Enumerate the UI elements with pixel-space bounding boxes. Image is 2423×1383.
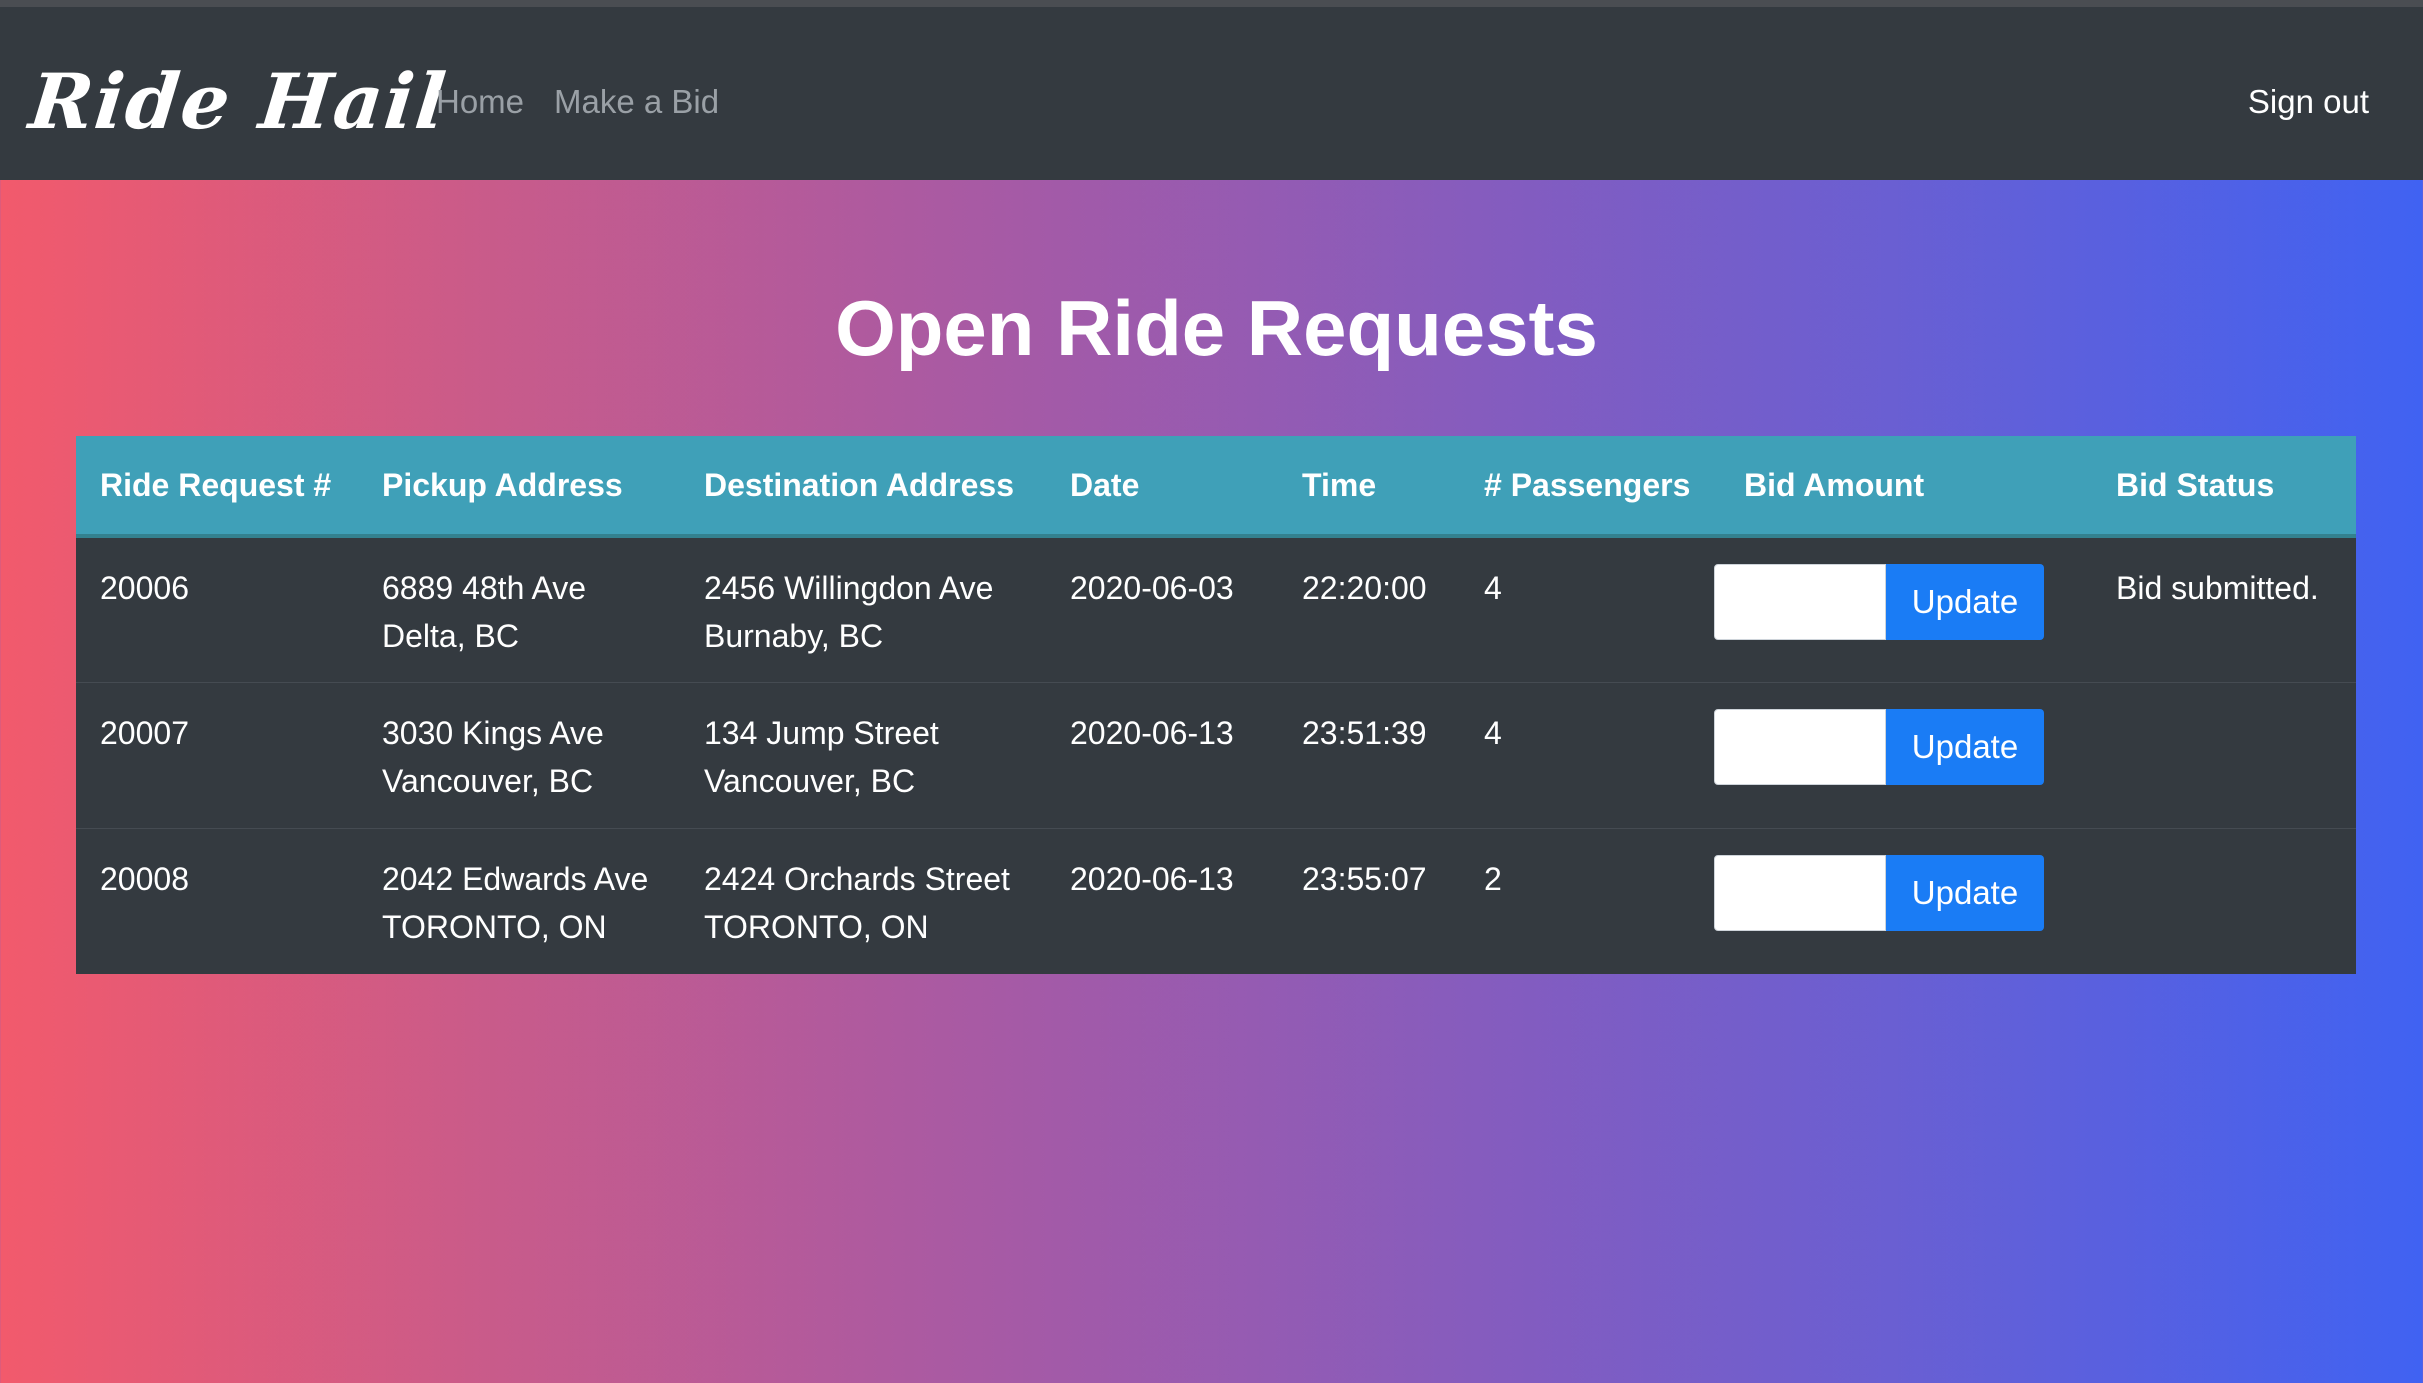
pickup-address: 6889 48th Ave Delta, BC [358, 536, 680, 682]
sign-out-link[interactable]: Sign out [2248, 77, 2369, 127]
column-header-ride-request: Ride Request # [76, 436, 358, 538]
column-header-destination-address: Destination Address [680, 436, 1046, 538]
table-row: 20006 6889 48th Ave Delta, BC 2456 Willi… [76, 536, 2356, 682]
ride-request-id: 20007 [76, 681, 358, 828]
column-header-time: Time [1278, 436, 1460, 538]
pickup-city: Vancouver, BC [382, 762, 594, 799]
ride-date: 2020-06-13 [1046, 827, 1278, 974]
brand-logo[interactable]: Ride Hail [25, 57, 451, 147]
update-bid-button[interactable]: Update [1886, 708, 2044, 785]
pickup-street: 3030 Kings Ave [382, 714, 604, 751]
bid-form: Update [1714, 564, 2092, 640]
nav-link-home[interactable]: Home [436, 77, 524, 127]
ride-time: 23:51:39 [1278, 681, 1460, 828]
bid-amount-cell: Update [1714, 681, 2092, 828]
bid-amount-input[interactable] [1714, 564, 1886, 640]
window-top-border [0, 0, 2423, 7]
ride-date: 2020-06-13 [1046, 681, 1278, 828]
destination-city: Burnaby, BC [704, 618, 884, 654]
bid-status [2092, 827, 2356, 974]
table-row: 20007 3030 Kings Ave Vancouver, BC 134 J… [76, 681, 2356, 828]
pickup-street: 6889 48th Ave [382, 570, 587, 606]
update-bid-button[interactable]: Update [1886, 854, 2044, 931]
destination-street: 2424 Orchards Street [704, 860, 1010, 897]
nav-link-make-a-bid[interactable]: Make a Bid [554, 77, 719, 127]
bid-amount-cell: Update [1714, 827, 2092, 974]
pickup-address: 3030 Kings Ave Vancouver, BC [358, 681, 680, 828]
table-row: 20008 2042 Edwards Ave TORONTO, ON 2424 … [76, 827, 2356, 974]
destination-address: 134 Jump Street Vancouver, BC [680, 681, 1046, 828]
destination-street: 2456 Willingdon Ave [704, 570, 994, 606]
passenger-count: 4 [1460, 681, 1720, 828]
page-title: Open Ride Requests [835, 284, 1598, 372]
destination-address: 2456 Willingdon Ave Burnaby, BC [680, 536, 1046, 682]
ride-time: 23:55:07 [1278, 827, 1460, 974]
bid-status: Bid submitted. [2116, 570, 2319, 606]
passenger-count: 2 [1460, 827, 1720, 974]
bid-form: Update [1714, 708, 2092, 785]
table-header-row: Ride Request # Pickup Address Destinatio… [76, 436, 2356, 538]
destination-city: Vancouver, BC [704, 762, 916, 799]
pickup-address: 2042 Edwards Ave TORONTO, ON [358, 827, 680, 974]
bid-amount-input[interactable] [1714, 854, 1886, 931]
column-header-bid-amount: Bid Amount [1720, 436, 2092, 538]
bid-amount-input[interactable] [1714, 708, 1886, 785]
column-header-date: Date [1046, 436, 1278, 538]
pickup-street: 2042 Edwards Ave [382, 860, 649, 897]
update-bid-button[interactable]: Update [1886, 564, 2044, 640]
destination-street: 134 Jump Street [704, 714, 939, 751]
ride-requests-table-container: Ride Request # Pickup Address Destinatio… [76, 436, 2356, 974]
column-header-passengers: # Passengers [1460, 436, 1720, 538]
passenger-count: 4 [1484, 570, 1502, 606]
ride-request-id: 20006 [100, 570, 189, 606]
ride-date: 2020-06-03 [1070, 570, 1234, 606]
ride-request-id: 20008 [76, 827, 358, 974]
pickup-city: TORONTO, ON [382, 908, 607, 945]
pickup-city: Delta, BC [382, 618, 519, 654]
destination-city: TORONTO, ON [704, 908, 929, 945]
column-header-pickup-address: Pickup Address [358, 436, 680, 538]
navbar: Ride Hail Home Make a Bid Sign out [0, 7, 2423, 180]
column-header-bid-status: Bid Status [2092, 436, 2356, 538]
destination-address: 2424 Orchards Street TORONTO, ON [680, 827, 1046, 974]
bid-status [2092, 681, 2356, 828]
bid-form: Update [1714, 854, 2092, 931]
ride-time: 22:20:00 [1302, 570, 1427, 606]
bid-amount-cell: Update [1714, 536, 2092, 682]
ride-requests-table: Ride Request # Pickup Address Destinatio… [76, 436, 2356, 974]
